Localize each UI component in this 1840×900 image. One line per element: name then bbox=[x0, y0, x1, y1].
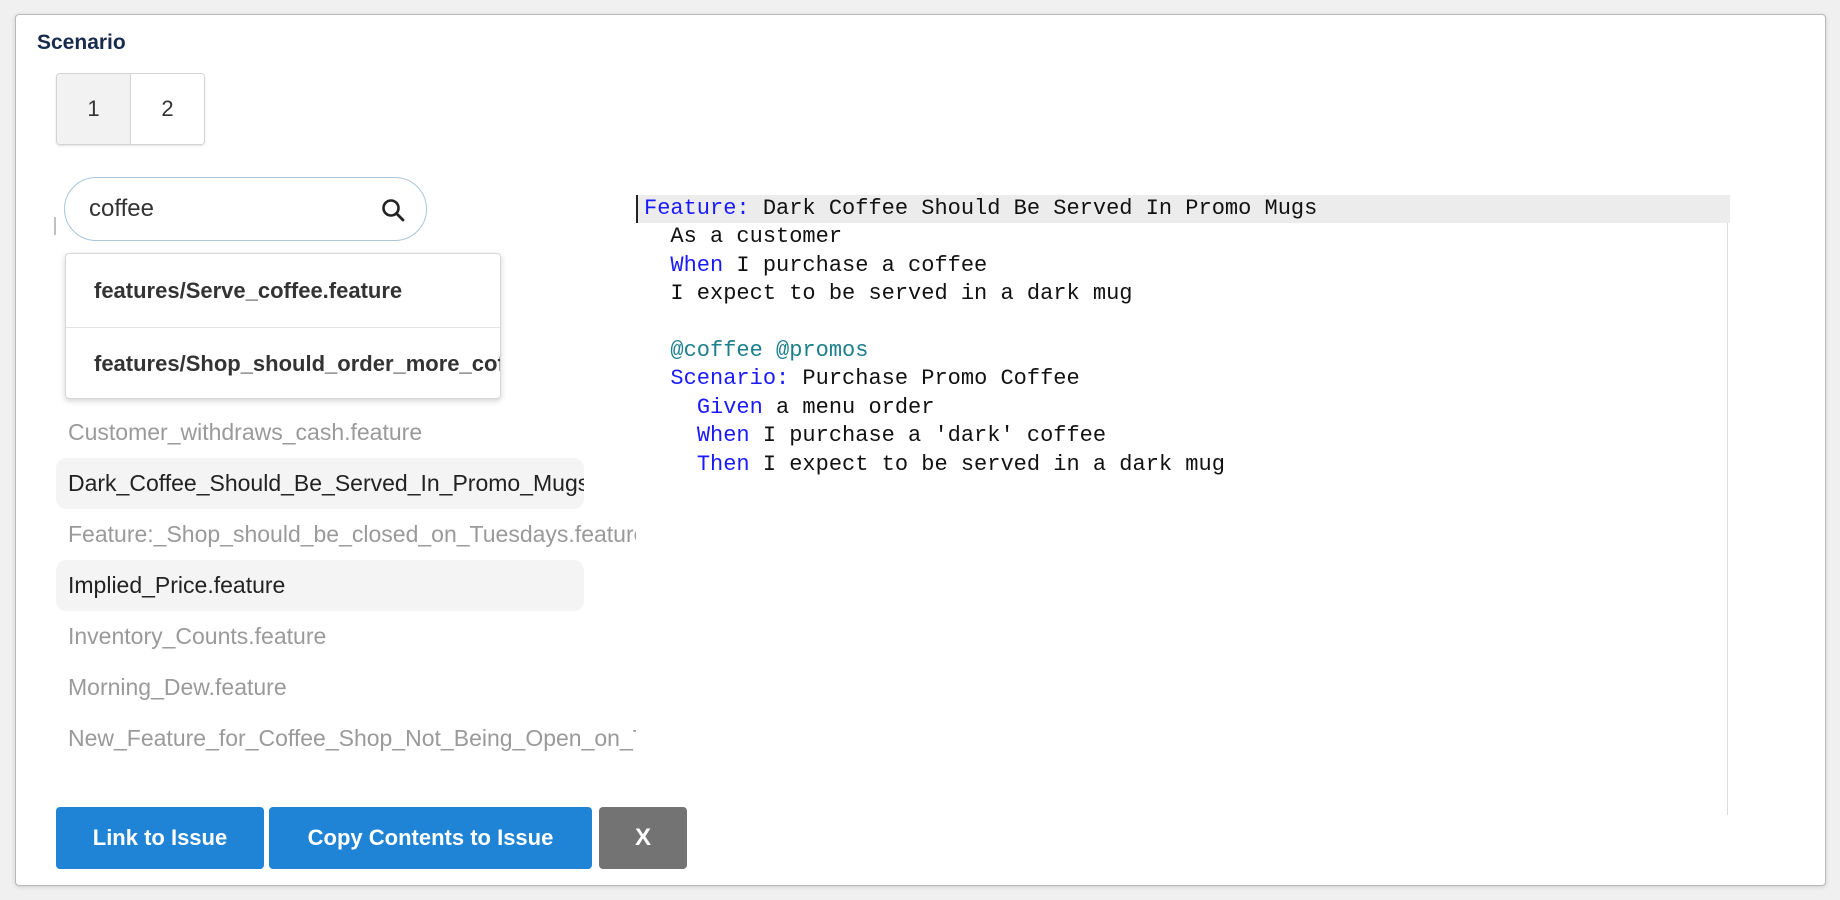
search-input[interactable] bbox=[89, 178, 359, 240]
search-box[interactable] bbox=[64, 177, 427, 241]
code-line: Then I expect to be served in a dark mug bbox=[636, 451, 1730, 479]
feature-code-viewer[interactable]: Feature: Dark Coffee Should Be Served In… bbox=[636, 195, 1730, 815]
code-line: @coffee @promos bbox=[636, 337, 1730, 365]
link-to-issue-button[interactable]: Link to Issue bbox=[56, 807, 264, 869]
suggestion-item[interactable]: features/Shop_should_order_more_coffee.f… bbox=[66, 327, 500, 398]
code-line: As a customer bbox=[636, 223, 1730, 251]
feature-file-list: Customer_withdraws_cash.feature Dark_Cof… bbox=[56, 407, 636, 764]
code-tags: @coffee @promos bbox=[670, 337, 869, 363]
file-list-item[interactable]: Customer_withdraws_cash.feature bbox=[56, 407, 636, 458]
code-line: Given a menu order bbox=[636, 394, 1730, 422]
file-list-item[interactable]: Inventory_Counts.feature bbox=[56, 611, 636, 662]
search-icon[interactable] bbox=[380, 197, 406, 223]
code-line: When I purchase a coffee bbox=[636, 252, 1730, 280]
tab-1[interactable]: 1 bbox=[57, 74, 130, 144]
dialog-title: Scenario bbox=[37, 31, 126, 54]
code-keyword: Given bbox=[696, 394, 763, 420]
copy-contents-to-issue-button[interactable]: Copy Contents to Issue bbox=[269, 807, 592, 869]
code-keyword: When bbox=[670, 252, 724, 278]
search-divider bbox=[54, 217, 56, 235]
code-keyword: Scenario: bbox=[670, 366, 790, 392]
file-list-item[interactable]: Morning_Dew.feature bbox=[56, 662, 636, 713]
dialog-footer: Link to Issue Copy Contents to Issue X bbox=[56, 807, 687, 869]
code-line: When I purchase a 'dark' coffee bbox=[636, 422, 1730, 450]
tab-2[interactable]: 2 bbox=[130, 74, 204, 144]
code-keyword: Feature: bbox=[644, 196, 750, 221]
code-text: I expect to be served in a dark mug bbox=[670, 281, 1133, 307]
code-keyword: Then bbox=[696, 451, 750, 477]
code-text: I expect to be served in a dark mug bbox=[749, 451, 1225, 477]
code-text: Purchase Promo Coffee bbox=[789, 366, 1080, 392]
file-list-item[interactable]: Dark_Coffee_Should_Be_Served_In_Promo_Mu… bbox=[56, 458, 584, 509]
search-suggestions-dropdown: features/Serve_coffee.feature features/S… bbox=[65, 253, 501, 399]
close-button[interactable]: X bbox=[599, 807, 687, 869]
file-list-item[interactable]: Feature:_Shop_should_be_closed_on_Tuesda… bbox=[56, 509, 636, 560]
suggestion-item[interactable]: features/Serve_coffee.feature bbox=[66, 254, 500, 327]
file-list-item[interactable]: Implied_Price.feature bbox=[56, 560, 584, 611]
code-line: Scenario: Purchase Promo Coffee bbox=[636, 365, 1730, 393]
scenario-tabs: 1 2 bbox=[56, 73, 205, 145]
code-text: a menu order bbox=[762, 394, 935, 420]
code-text: I purchase a 'dark' coffee bbox=[749, 423, 1107, 449]
code-text: Dark Coffee Should Be Served In Promo Mu… bbox=[749, 196, 1318, 221]
file-list-item[interactable]: New_Feature_for_Coffee_Shop_Not_Being_Op… bbox=[56, 713, 636, 764]
code-keyword: When bbox=[696, 423, 750, 449]
code-line: I expect to be served in a dark mug bbox=[636, 280, 1730, 308]
code-text: I purchase a coffee bbox=[723, 252, 988, 278]
code-text: As a customer bbox=[670, 224, 843, 250]
scenario-dialog: Scenario 1 2 features/Serve_coffee.featu… bbox=[15, 14, 1826, 886]
code-line: Feature: Dark Coffee Should Be Served In… bbox=[636, 195, 1730, 224]
